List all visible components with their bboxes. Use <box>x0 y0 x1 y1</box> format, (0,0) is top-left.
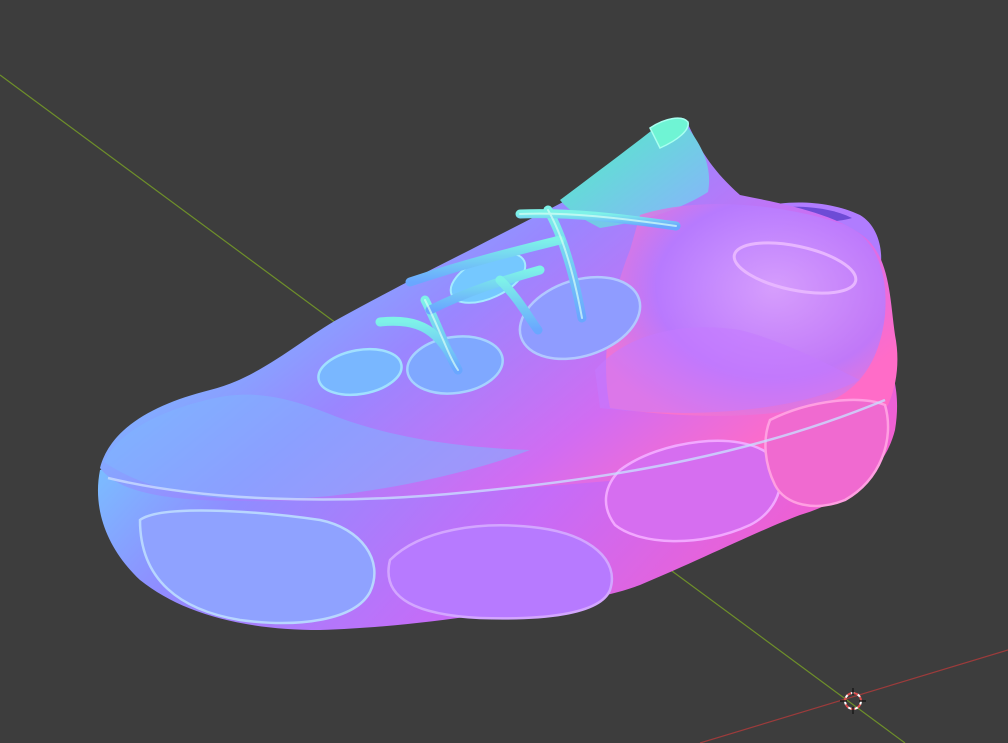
3d-viewport[interactable] <box>0 0 1008 743</box>
sole-pod-middle <box>387 524 614 620</box>
sole-pod-front <box>138 509 376 625</box>
3d-cursor-icon[interactable] <box>840 688 866 714</box>
sole-pod-heel <box>764 398 890 508</box>
viewport-scene[interactable] <box>0 0 1008 743</box>
